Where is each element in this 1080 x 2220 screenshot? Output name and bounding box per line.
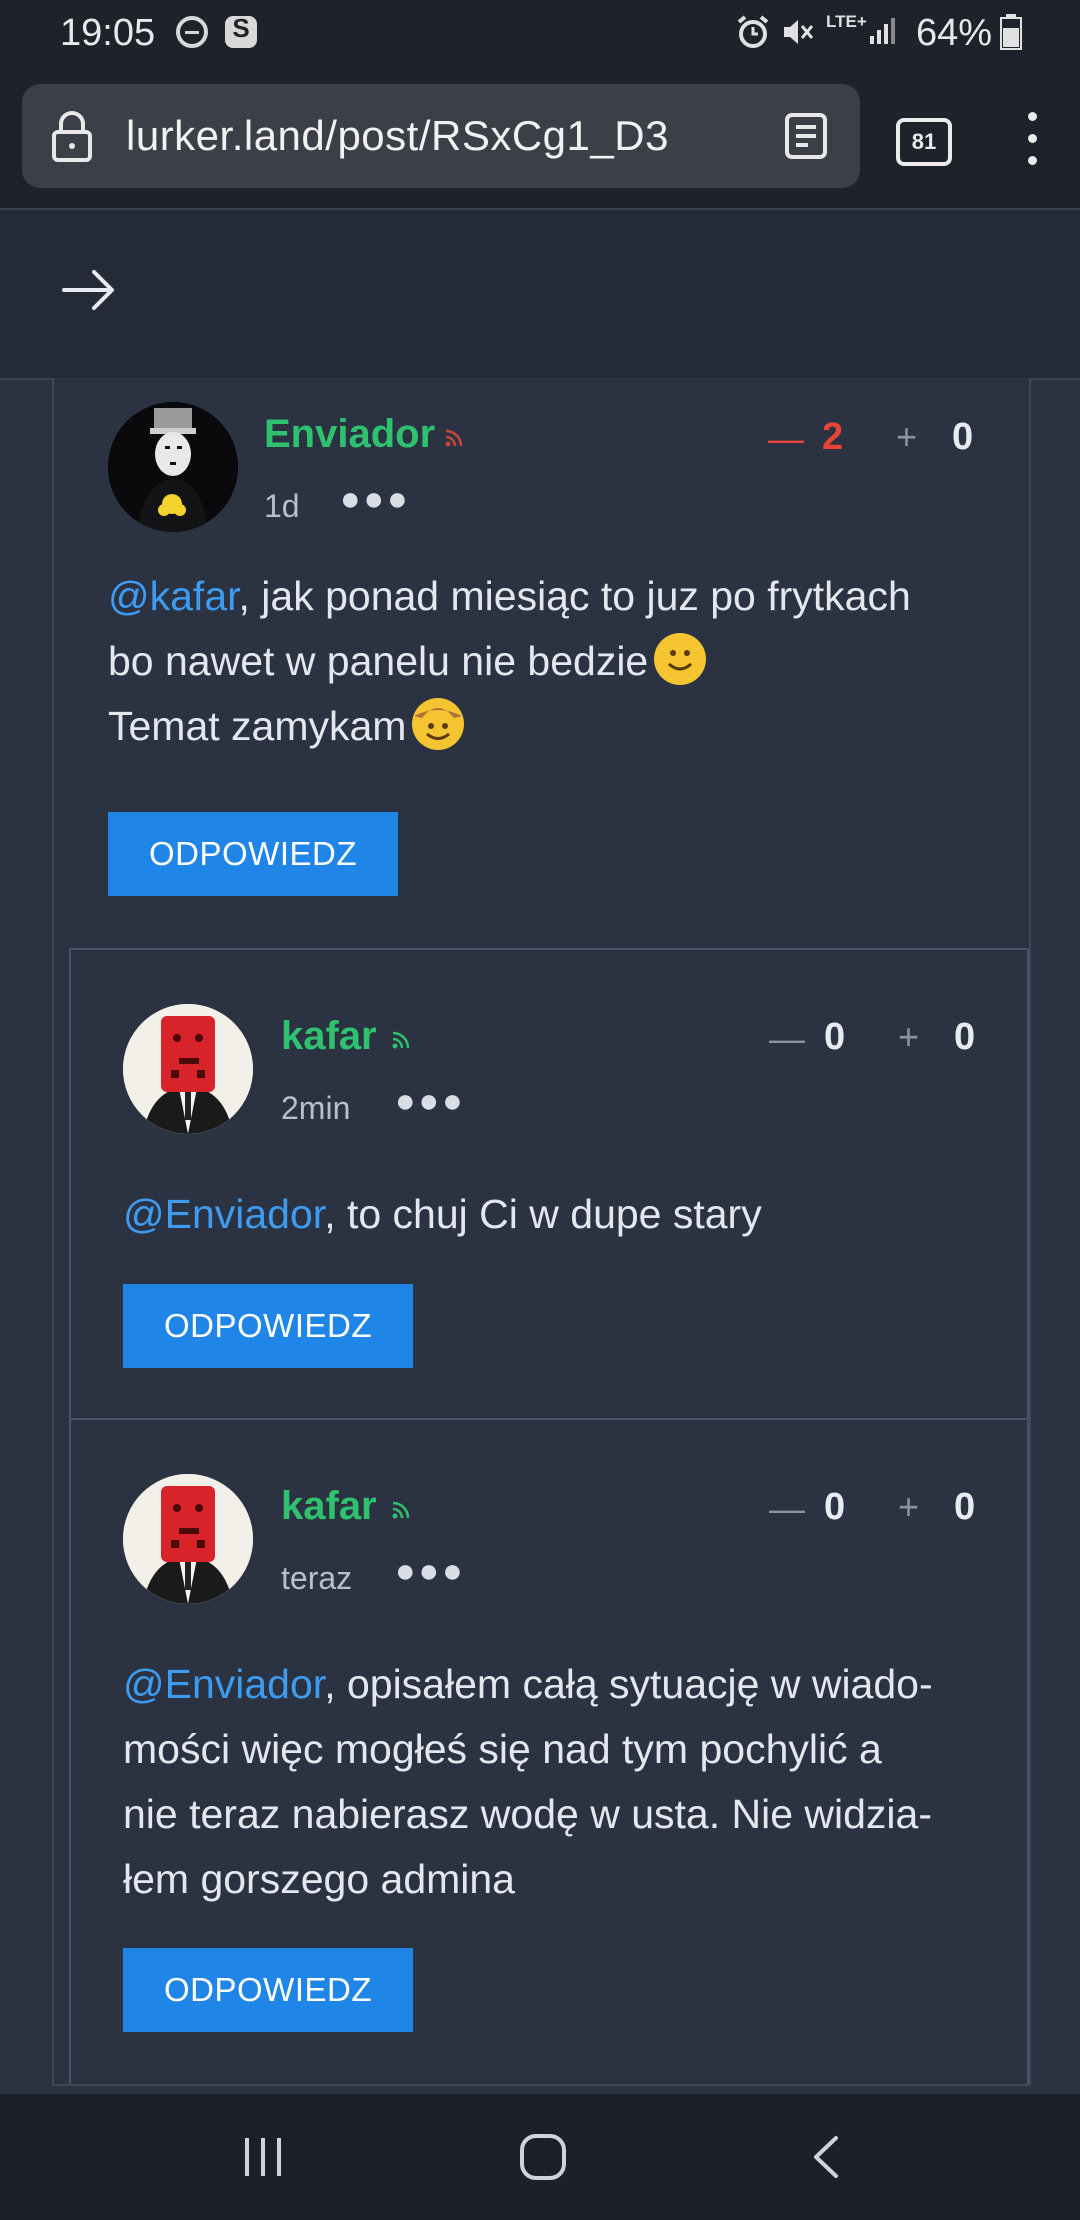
comment: Enviador 1d ●●● — 2 + 0 @kafar, jak pona… [54,378,1029,948]
avatar[interactable] [123,1474,253,1604]
reader-mode-icon[interactable] [784,112,828,160]
mute-icon [784,20,814,44]
system-navigation-bar [0,2094,1080,2220]
address-bar[interactable]: lurker.land/post/RSxCg1_D3 [22,84,860,188]
comment-body: @Enviador, opisałem całą sytuację w wiad… [123,1661,933,1902]
comment-body: @Enviador, to chuj Ci w dupe stary [123,1191,762,1237]
comment-body: @kafar, jak ponad miesiąc to juz po fryt… [108,573,911,750]
do-not-disturb-icon [176,16,208,48]
more-options-icon[interactable]: ●●● [395,1082,466,1121]
username[interactable]: Enviador [264,412,435,457]
reply-button[interactable]: ODPOWIEDZ [123,1284,413,1368]
battery-percent: 64% [916,12,993,54]
network-type-label: LTE+ [826,12,867,31]
comment-time: teraz [281,1560,353,1596]
username[interactable]: kafar [281,1014,377,1059]
downvote-count: 0 [824,1486,846,1528]
battery-icon [1000,14,1022,50]
mention-link[interactable]: @Enviador [123,1191,324,1237]
rss-icon [392,1501,410,1519]
upvote-count: 0 [954,1016,976,1058]
browser-toolbar: lurker.land/post/RSxCg1_D3 81 [0,72,1080,210]
upvote-count: 0 [954,1486,976,1528]
s-app-icon: S [225,13,257,48]
overflow-menu-icon[interactable] [1026,112,1038,172]
comment-time: 2min [281,1090,351,1126]
more-options-icon[interactable]: ●●● [340,480,411,519]
downvote-button[interactable]: — [769,1488,805,1530]
comment: kafar 2min ●●● — 0 + 0 @Enviador, to chu… [69,948,1029,1420]
avatar[interactable] [108,402,238,532]
comment-thread: Enviador 1d ●●● — 2 + 0 @kafar, jak pona… [52,378,1031,2086]
downvote-button[interactable]: — [769,1018,805,1060]
mention-link[interactable]: @Enviador [123,1661,324,1707]
more-options-icon[interactable]: ●●● [395,1552,466,1591]
alarm-icon [737,15,769,48]
avatar[interactable] [123,1004,253,1134]
lock-icon[interactable] [50,110,94,162]
status-time: 19:05 [60,12,156,54]
url-text[interactable]: lurker.land/post/RSxCg1_D3 [126,112,669,160]
back-icon[interactable] [806,2134,846,2180]
signal-icon [870,18,895,44]
downvote-count: 0 [824,1016,846,1058]
reply-button[interactable]: ODPOWIEDZ [108,812,398,896]
comment: kafar teraz ●●● — 0 + 0 @Enviador, opisa… [69,1418,1029,2084]
app-header [0,210,1080,380]
status-bar: 19:05 S LTE+ 64% [0,0,1080,72]
upvote-button[interactable]: + [896,416,917,458]
mention-link[interactable]: @kafar [108,573,239,619]
downvote-button[interactable]: — [768,418,804,460]
upvote-button[interactable]: + [898,1486,919,1528]
upvote-button[interactable]: + [898,1016,919,1058]
username[interactable]: kafar [281,1484,377,1529]
recent-apps-icon[interactable] [240,2134,286,2180]
rss-icon [445,429,463,447]
downvote-count: 2 [822,416,844,458]
reply-button[interactable]: ODPOWIEDZ [123,1948,413,2032]
rss-icon [392,1031,410,1049]
cowboy-emoji-icon [412,698,465,750]
tab-switcher-button[interactable]: 81 [896,118,952,166]
comment-time: 1d [264,488,300,524]
arrow-right-icon[interactable] [62,268,116,312]
smiley-emoji-icon [654,633,707,685]
home-icon[interactable] [518,2132,568,2182]
upvote-count: 0 [952,416,974,458]
